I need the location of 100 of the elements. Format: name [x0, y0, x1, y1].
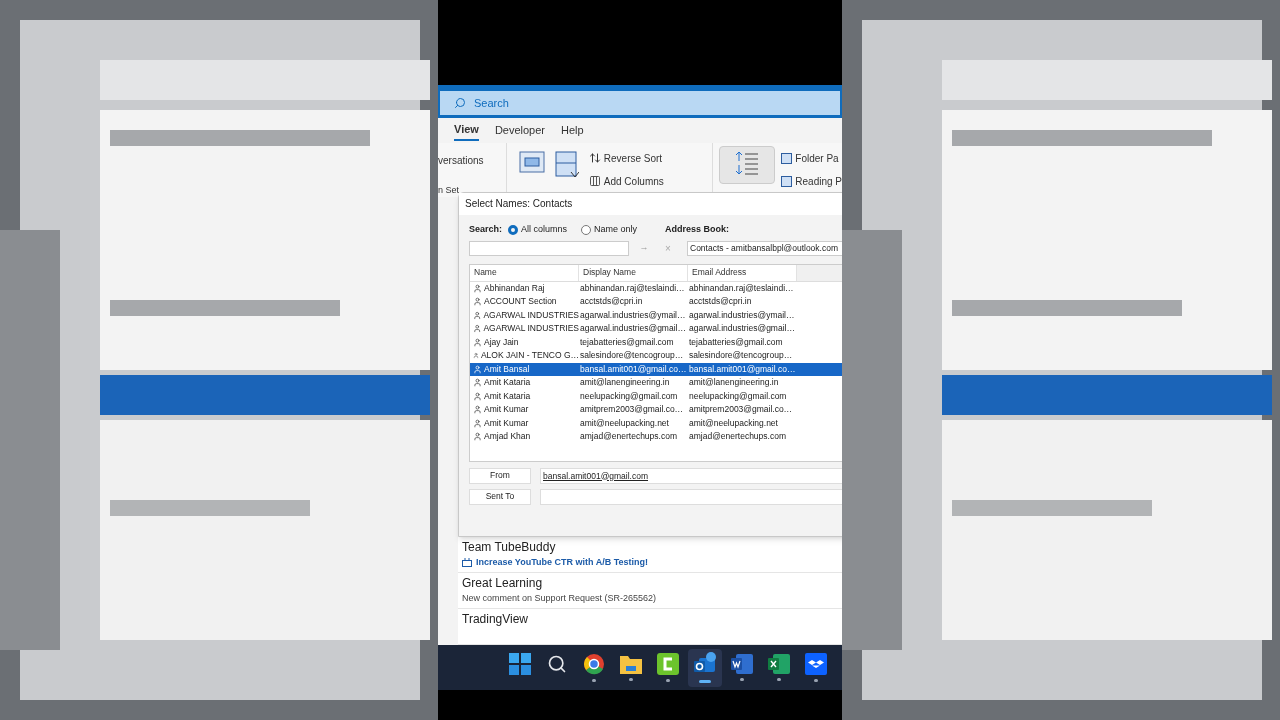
person-icon — [473, 378, 482, 388]
person-icon — [473, 283, 482, 293]
email-address: amit@lanengineering.in — [688, 376, 780, 390]
display-name: amjad@enertechups.com — [579, 430, 678, 444]
email-address: agarwal.industries@ymail… — [688, 308, 796, 322]
display-name: agarwal.industries@ymail… — [579, 308, 687, 322]
email-address: amit@neelupacking.net — [688, 416, 779, 430]
windows-logo-icon[interactable] — [509, 653, 531, 675]
display-name: amit@lanengineering.in — [579, 376, 671, 390]
contact-row[interactable]: AGARWAL INDUSTRIESagarwal.industries@ymail… agarwal.industries@ymail… — [470, 308, 842, 322]
contact-name: Amjad Khan — [484, 430, 531, 444]
contact-name: Ajay Jain — [484, 335, 519, 349]
message-subject: New comment on Support Request (SR-265562) — [462, 592, 657, 605]
column-header[interactable]: Display Name — [579, 264, 688, 281]
display-name: amit@neelupacking.net — [579, 416, 670, 430]
person-icon — [473, 324, 482, 334]
search-label: Search: — [469, 223, 503, 236]
search-field[interactable]: Search — [440, 91, 840, 115]
ribbon-command[interactable]: versations — [438, 152, 506, 168]
email-address: acctstds@cpri.in — [688, 295, 753, 309]
display-name: tejabatteries@gmail.com — [579, 335, 675, 349]
ribbon-command[interactable]: Reading P — [781, 173, 842, 189]
message-subject: Increase YouTube CTR with A/B Testing! — [476, 556, 648, 569]
taskbar-item[interactable] — [688, 648, 722, 687]
arrange-icon[interactable] — [554, 150, 579, 179]
promo-icon — [462, 558, 472, 568]
spreadsheet-app-icon[interactable] — [768, 654, 790, 674]
email-address: neelupacking@gmail.com — [688, 389, 788, 403]
message-sender: Team TubeBuddy — [462, 539, 557, 556]
radio-option[interactable]: All columns — [508, 223, 568, 237]
email-address: salesindore@tencogroup… — [688, 349, 794, 363]
contact-row[interactable]: Amit Kataria amit@lanengineering.in amit@lanengineering.in — [470, 376, 842, 390]
email-address: abhinandan.raj@teslaindi… — [688, 281, 795, 295]
column-header[interactable]: Name — [470, 264, 579, 281]
ribbon-tab[interactable]: Developer — [494, 119, 545, 142]
contact-row[interactable]: Amit Bansal bansal.amit001@gmail.co… bansal.amit001@gmail.co… — [470, 362, 842, 376]
person-icon — [473, 432, 482, 442]
contact-row[interactable]: Amjad Khan amjad@enertechups.com amjad@enertechups.com — [470, 430, 842, 444]
contact-row[interactable]: ALOK JAIN - TENCO G…salesindore@tencogroup… salesindore@tencogroup… — [470, 349, 842, 363]
person-icon — [473, 391, 482, 401]
app-icon[interactable] — [657, 653, 679, 675]
document-app-icon[interactable] — [731, 654, 753, 674]
box-app-icon[interactable] — [805, 653, 827, 675]
person-icon — [473, 337, 482, 347]
message-sender: Great Learning — [462, 575, 544, 592]
search-icon[interactable] — [547, 654, 567, 674]
person-icon — [473, 310, 482, 320]
person-icon — [473, 405, 482, 415]
from-field[interactable]: bansal.amit001@gmail.com — [540, 467, 842, 484]
display-name: neelupacking@gmail.com — [579, 389, 679, 403]
ribbon-command[interactable]: Folder Pa — [781, 150, 842, 166]
sent-to-button[interactable]: Sent To — [469, 488, 531, 505]
display-name: salesindore@tencogroup… — [579, 349, 685, 363]
contact-row[interactable]: ACCOUNT Section acctstds@cpri.in acctstds@cpri.in — [470, 295, 842, 309]
address-book-dropdown[interactable]: Contacts - amitbansalbpl@outlook.com — [687, 240, 842, 256]
from-button[interactable]: From — [469, 467, 531, 484]
display-name: abhinandan.raj@teslaindi… — [579, 281, 686, 295]
address-book-label: Address Book: — [665, 223, 730, 236]
radio-option[interactable]: Name only — [581, 223, 638, 237]
contact-row[interactable]: Abhinandan Raj abhinandan.raj@teslaindi… abhinandan.raj@teslaindi… — [470, 281, 842, 295]
folder-icon[interactable] — [620, 654, 642, 674]
person-icon — [473, 351, 479, 361]
email-address: amitprem2003@gmail.co… — [688, 403, 794, 417]
message-preview-icon[interactable] — [518, 150, 545, 173]
ribbon-command[interactable]: Reverse Sort — [588, 150, 664, 166]
contact-name: Amit Kataria — [484, 376, 531, 390]
contact-row[interactable]: Ajay Jain tejabatteries@gmail.com tejabatteries@gmail.com — [470, 335, 842, 349]
contact-name: AGARWAL INDUSTRIES — [483, 308, 579, 322]
display-name: agarwal.industries@gmail… — [579, 322, 687, 336]
browser-icon[interactable] — [583, 653, 605, 675]
email-address: tejabatteries@gmail.com — [688, 335, 784, 349]
sent-to-field[interactable] — [540, 488, 842, 505]
email-address: bansal.amit001@gmail.co… — [688, 362, 797, 376]
spacing-icon — [735, 149, 760, 176]
display-name: amitprem2003@gmail.co… — [579, 403, 685, 417]
contact-name: ALOK JAIN - TENCO G… — [480, 349, 579, 363]
contact-row[interactable]: AGARWAL INDUSTRIESagarwal.industries@gmail… agarwal.industries@gmail… — [470, 322, 842, 336]
person-icon — [473, 297, 482, 307]
search-field[interactable] — [469, 240, 629, 256]
ribbon-command[interactable]: Add Columns — [588, 173, 664, 189]
search-icon — [454, 97, 466, 109]
contact-row[interactable]: Amit Kumar amitprem2003@gmail.co… amitprem2003@gmail.co… — [470, 403, 842, 417]
line-spacing-button[interactable] — [719, 145, 776, 184]
message-sender: TradingView — [462, 611, 530, 628]
person-icon — [473, 418, 482, 428]
ribbon-tab[interactable]: View — [454, 119, 479, 142]
email-address: amjad@enertechups.com — [688, 430, 787, 444]
email-address: agarwal.industries@gmail… — [688, 322, 796, 336]
ribbon-tab[interactable]: Help — [561, 119, 584, 142]
columns-icon — [588, 175, 601, 187]
display-name: acctstds@cpri.in — [579, 295, 644, 309]
contact-row[interactable]: Amit Kataria neelupacking@gmail.com neelupacking@gmail.com — [470, 389, 842, 403]
dialog-title: Select Names: Contacts — [459, 193, 842, 215]
sort-icon — [588, 152, 601, 164]
contact-name: Amit Kumar — [484, 403, 529, 417]
display-name: bansal.amit001@gmail.co… — [579, 362, 688, 376]
contact-row[interactable]: Amit Kumar amit@neelupacking.net amit@neelupacking.net — [470, 416, 842, 430]
contact-name: Amit Bansal — [484, 362, 530, 376]
contact-name: Amit Kumar — [484, 416, 529, 430]
contact-name: AGARWAL INDUSTRIES — [483, 322, 579, 336]
